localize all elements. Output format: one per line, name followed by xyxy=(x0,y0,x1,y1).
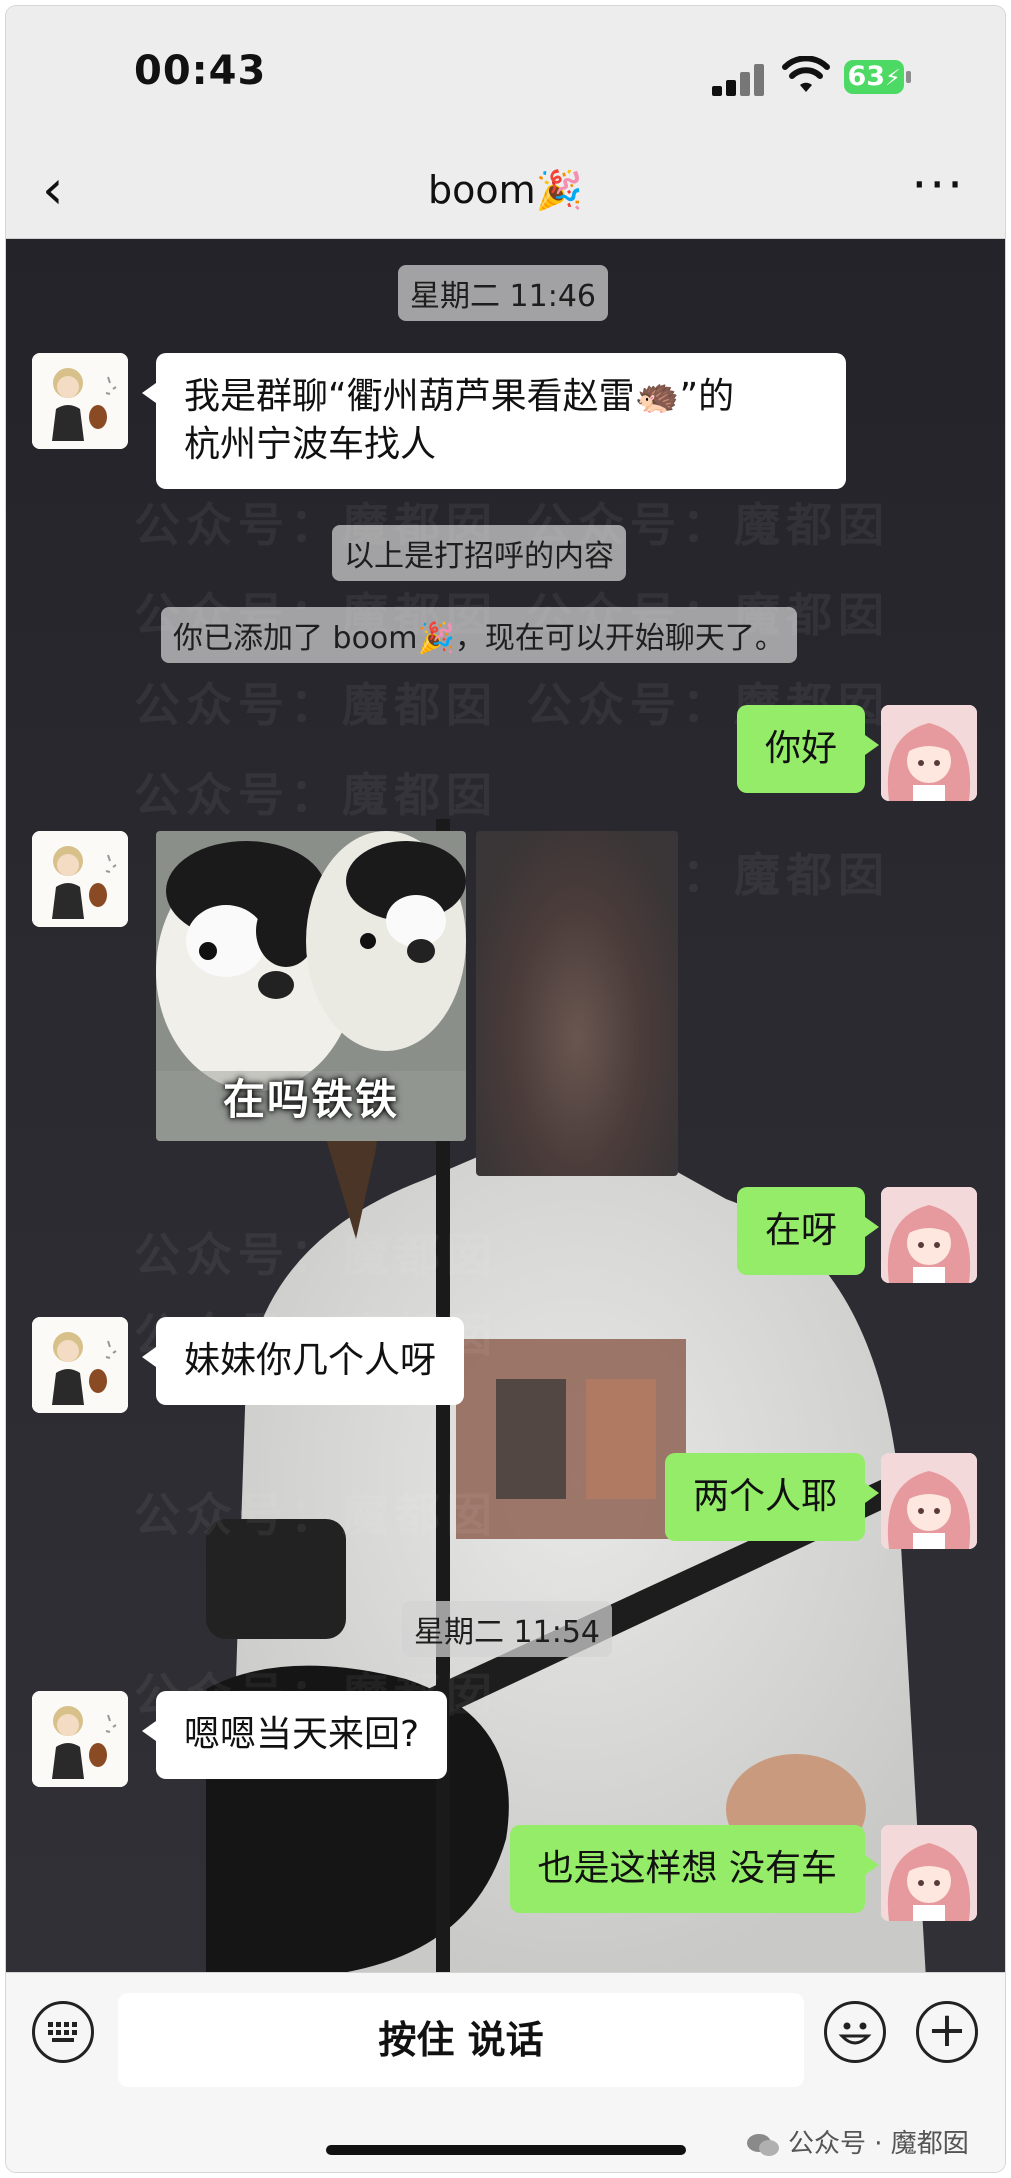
boy-violin-avatar-icon xyxy=(32,831,128,927)
more-options-icon[interactable]: ··· xyxy=(911,156,965,214)
emoji-icon[interactable] xyxy=(824,2001,886,2063)
system-message: 以上是打招呼的内容 xyxy=(332,525,626,581)
message-line: 我是群聊“衢州葫芦果看赵雷🦔”的 xyxy=(184,376,735,417)
message-line: 杭州宁波车找人 xyxy=(184,424,437,465)
status-time: 00:43 xyxy=(134,48,267,94)
my-avatar[interactable] xyxy=(881,1453,977,1549)
plus-icon[interactable]: + xyxy=(916,2001,978,2063)
status-bar: 00:43 63⚡ xyxy=(6,6,1005,146)
timestamp: 星期二 11:54 xyxy=(402,1601,612,1657)
my-avatar[interactable] xyxy=(881,705,977,801)
credit-text: 公众号 · 魔都囡 xyxy=(788,2129,969,2159)
blurred-face xyxy=(476,831,678,1176)
chat-title: boom🎉 xyxy=(428,168,583,212)
system-message: 你已添加了 boom🎉，现在可以开始聊天了。 xyxy=(161,607,797,663)
contact-avatar[interactable] xyxy=(32,1317,128,1413)
my-avatar[interactable] xyxy=(881,1825,977,1921)
sticker-caption: 在吗铁铁 xyxy=(222,1075,399,1124)
wechat-public-account-credit: 公众号 · 魔都囡 xyxy=(746,2123,969,2160)
battery-level: 63 xyxy=(847,61,886,92)
wechat-logo-icon xyxy=(747,2133,779,2156)
input-bar: 按住 说话 + 公众号 · 魔都囡 xyxy=(6,1972,1005,2172)
pink-hair-girl-avatar-icon xyxy=(881,705,977,801)
timestamp: 星期二 11:46 xyxy=(398,265,608,321)
home-indicator xyxy=(326,2145,686,2155)
charging-bolt-icon: ⚡ xyxy=(885,66,901,91)
battery-indicator: 63⚡ xyxy=(844,60,904,94)
smile-face-glyph xyxy=(838,2022,872,2045)
signal-icon xyxy=(712,62,768,96)
watermark: 公众号：魔都囡 xyxy=(134,678,498,732)
pink-hair-girl-avatar-icon xyxy=(881,1825,977,1921)
boy-violin-avatar-icon xyxy=(32,353,128,449)
contact-avatar[interactable] xyxy=(32,831,128,927)
contact-avatar[interactable] xyxy=(32,353,128,449)
outgoing-message[interactable]: 在呀 xyxy=(736,1187,880,1275)
battery-tip xyxy=(906,71,911,83)
chat-header: ‹ boom🎉 ··· xyxy=(6,146,1005,239)
hold-to-talk-button[interactable]: 按住 说话 xyxy=(118,1993,804,2087)
incoming-message[interactable]: 妹妹你几个人呀 xyxy=(141,1317,465,1405)
pink-hair-girl-avatar-icon xyxy=(881,1453,977,1549)
incoming-message[interactable]: 我是群聊“衢州葫芦果看赵雷🦔”的 杭州宁波车找人 xyxy=(142,353,846,489)
phone-frame: 00:43 63⚡ ‹ boom🎉 ··· 公众号：魔都囡 公众号：魔都囡 公众… xyxy=(6,6,1005,2172)
outgoing-message[interactable]: 也是这样想 没有车 xyxy=(509,1825,880,1913)
outgoing-message[interactable]: 两个人耶 xyxy=(664,1453,880,1541)
chat-area[interactable]: 公众号：魔都囡 公众号：魔都囡 公众号：魔都囡 公众号：魔都囡 公众号：魔都囡 … xyxy=(6,239,1005,1972)
wifi-icon xyxy=(782,56,830,92)
outgoing-message[interactable]: 你好 xyxy=(736,705,880,793)
sticker-message[interactable]: 在吗铁铁 xyxy=(156,831,466,1141)
watermark: 公众号：魔都囡 xyxy=(134,1488,498,1542)
boy-violin-avatar-icon xyxy=(32,1317,128,1413)
incoming-message[interactable]: 嗯嗯当天来回? xyxy=(141,1691,448,1779)
keyboard-keys-glyph xyxy=(48,2022,77,2042)
keyboard-icon[interactable] xyxy=(32,2001,94,2063)
watermark: 公众号：魔都囡 xyxy=(134,1228,498,1282)
contact-avatar[interactable] xyxy=(32,1691,128,1787)
my-avatar[interactable] xyxy=(881,1187,977,1283)
watermark: 公众号：魔都囡 xyxy=(134,768,498,822)
boy-violin-avatar-icon xyxy=(32,1691,128,1787)
pink-hair-girl-avatar-icon xyxy=(881,1187,977,1283)
